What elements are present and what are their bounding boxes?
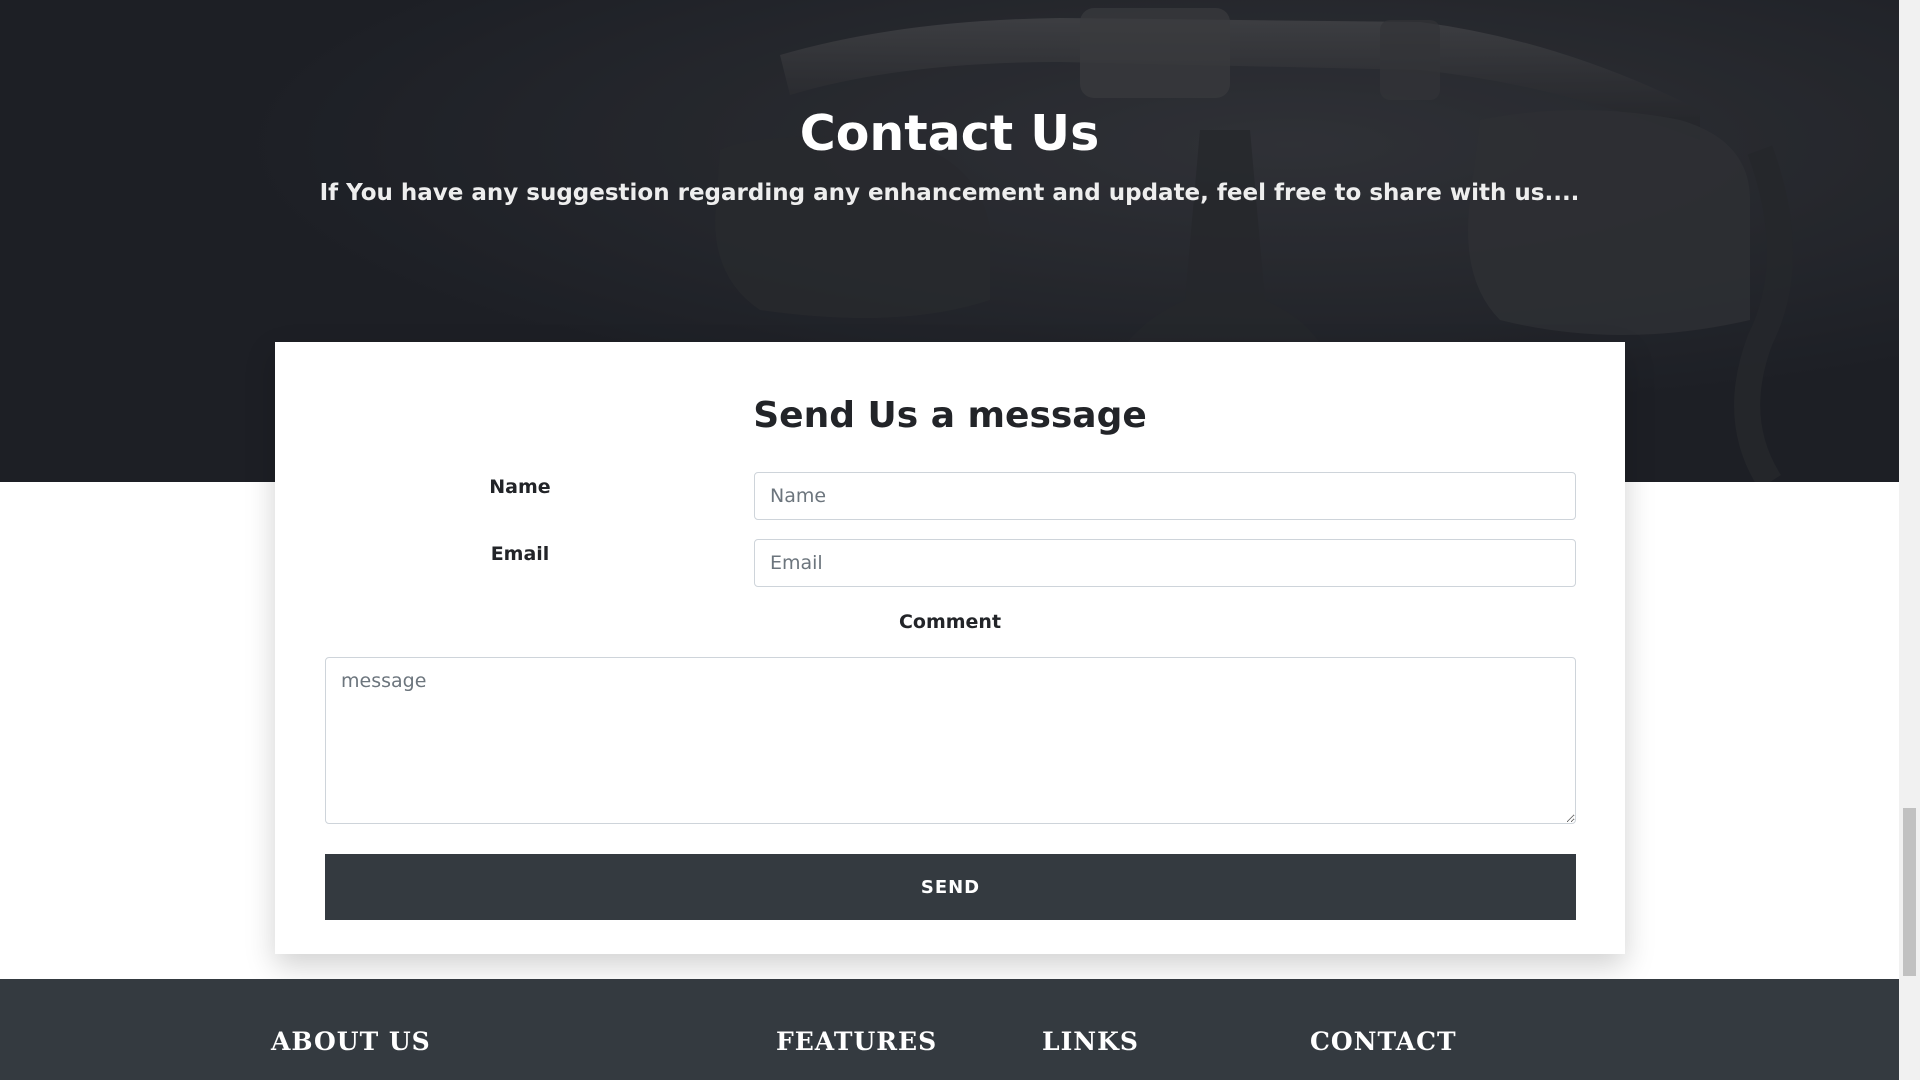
page: Contact Us If You have any suggestion re…	[0, 0, 1920, 1080]
form-title: Send Us a message	[753, 395, 1147, 436]
footer-heading-links: LINKS	[1042, 1027, 1139, 1056]
scrollbar-thumb[interactable]	[1903, 808, 1916, 976]
message-textarea[interactable]	[325, 657, 1576, 824]
name-input[interactable]	[754, 472, 1576, 520]
page-title: Contact Us	[799, 105, 1100, 162]
email-label: Email	[490, 543, 550, 565]
name-label: Name	[489, 476, 551, 498]
footer-heading-about: ABOUT US	[271, 1027, 431, 1056]
footer-heading-contact: CONTACT	[1310, 1027, 1457, 1056]
footer-heading-features: FEATURES	[776, 1027, 938, 1056]
email-input[interactable]	[754, 539, 1576, 587]
send-button[interactable]: SEND	[325, 854, 1576, 920]
contact-form-card: Send Us a message Name Email Comment SEN…	[275, 342, 1625, 954]
page-subtitle: If You have any suggestion regarding any…	[319, 180, 1580, 206]
comment-label: Comment	[898, 611, 1002, 633]
site-footer: ABOUT US FEATURES LINKS CONTACT	[0, 979, 1899, 1080]
vertical-scrollbar[interactable]	[1899, 0, 1920, 1080]
